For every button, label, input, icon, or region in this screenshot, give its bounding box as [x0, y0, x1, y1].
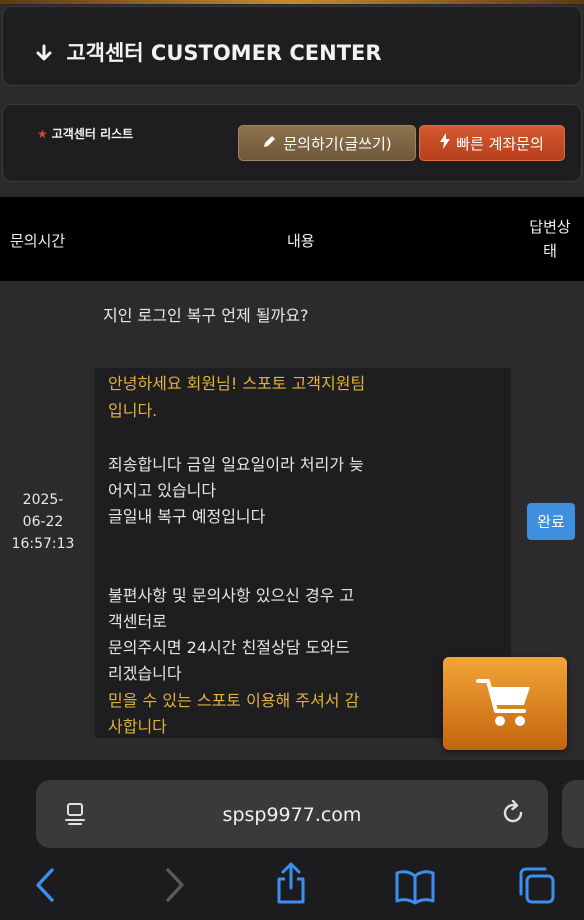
lightning-icon [440, 133, 451, 153]
inquiry-date: 2025- 06-22 16:57:13 [8, 489, 78, 555]
page-header: 고객센터 CUSTOMER CENTER [2, 6, 582, 86]
write-inquiry-label: 문의하기(글쓰기) [283, 134, 392, 153]
arrow-down-icon [35, 41, 60, 65]
bookmarks-icon[interactable] [394, 868, 436, 910]
column-header-status: 답변상태 [529, 218, 571, 260]
back-icon[interactable] [34, 866, 58, 908]
page-title: 고객센터 CUSTOMER CENTER [35, 37, 382, 67]
page-title-text: 고객센터 CUSTOMER CENTER [66, 41, 382, 65]
answer-line: 입니다. [108, 401, 158, 420]
inquiry-question[interactable]: 지인 로그인 복구 언제 될까요? [103, 302, 308, 326]
top-accent-bar [0, 0, 584, 4]
share-icon[interactable] [274, 862, 308, 910]
time-line: 16:57:13 [11, 536, 75, 552]
answer-line: 불편사항 및 문의사항 있으신 경우 고 [108, 586, 355, 605]
answer-line: 객센터로 [108, 612, 167, 631]
column-header-time: 문의시간 [10, 232, 66, 250]
adjacent-tab-preview[interactable] [562, 780, 584, 848]
answer-line: 믿을 수 있는 스포토 이용해 주셔서 감 [108, 691, 360, 710]
answer-line: 사합니다 [108, 717, 167, 736]
star-icon: ★ [37, 127, 48, 141]
date-line: 06-22 [22, 514, 64, 530]
address-bar[interactable]: spsp9977.com [36, 780, 548, 848]
list-title: ★ 고객센터 리스트 [37, 125, 133, 142]
answer-line: 안녕하세요 회원님! 스포토 고객지원팀 [108, 374, 366, 393]
list-title-text: 고객센터 리스트 [51, 127, 134, 141]
cart-button[interactable] [443, 657, 567, 750]
reload-icon[interactable] [500, 799, 526, 830]
answer-line: 죄송합니다 금일 일요일이라 처리가 늦 [108, 455, 364, 474]
write-inquiry-button[interactable]: 문의하기(글쓰기) [238, 125, 416, 161]
answer-line: 문의주시면 24시간 친절상담 도와드 [108, 638, 350, 657]
date-line: 2025- [22, 492, 64, 508]
answer-line: 글일내 복구 예정입니다 [108, 507, 266, 526]
fast-account-inquiry-button[interactable]: 빠른 계좌문의 [419, 125, 565, 161]
pencil-icon [262, 134, 277, 153]
answer-line: 어지고 있습니다 [108, 481, 217, 500]
table-header: 문의시간 내용 답변상태 [0, 197, 584, 281]
toolbar: ★ 고객센터 리스트 문의하기(글쓰기) 빠른 계좌문의 [2, 104, 582, 182]
url-text[interactable]: spsp9977.com [36, 804, 548, 826]
status-badge: 완료 [527, 503, 575, 540]
column-header-content: 내용 [287, 232, 315, 250]
tabs-icon[interactable] [518, 866, 556, 910]
cart-icon [476, 675, 534, 733]
answer-line: 리겠습니다 [108, 664, 182, 683]
forward-icon[interactable] [162, 866, 186, 908]
fast-account-inquiry-label: 빠른 계좌문의 [456, 134, 544, 153]
